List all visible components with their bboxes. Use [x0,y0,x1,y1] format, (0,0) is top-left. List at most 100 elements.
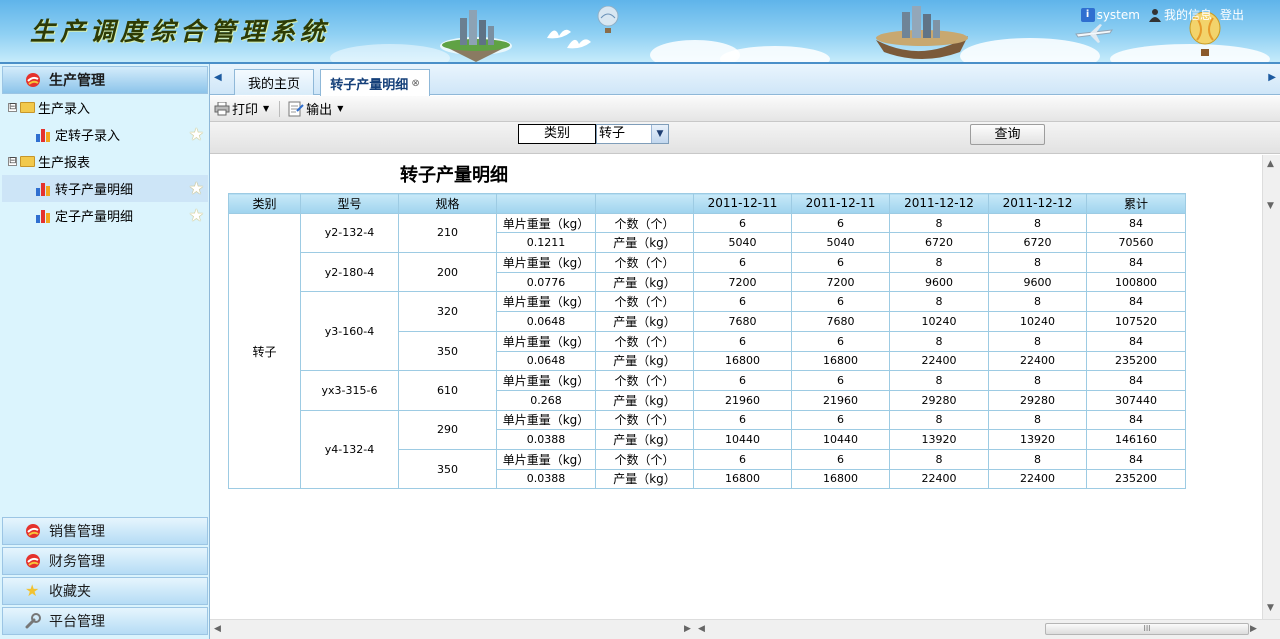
table-cell: 8 [889,330,989,352]
scroll-left-icon[interactable]: ◀ [698,624,705,634]
table-cell: 235200 [1086,350,1186,372]
floating-island-image [440,10,512,62]
star-icon: ★ [25,581,40,600]
table-row: yx3-315-6 610 单片重量（kg） 个数（个） 6 6 8 8 84 [229,370,1186,411]
dropdown-caret-icon: ▼ [337,104,344,113]
horizontal-scrollbar[interactable]: ◀ ▶ ◀ III ▶ [210,619,1280,639]
cloud-decoration [720,46,830,62]
tree-label: 生产报表 [38,156,91,171]
table-cell: 单片重量（kg） [496,212,596,234]
table-cell: 10440 [791,429,890,450]
tree-folder-production-entry[interactable]: ⊟ 生产录入 [2,94,208,121]
header-banner: 生产调度综合管理系统 i system 我的信息 登出 [0,0,1280,64]
table-cell: 0.0648 [496,311,596,332]
table-cell: 8 [889,409,989,431]
star-icon[interactable]: ★ [189,179,204,199]
my-info-link[interactable]: 我的信息 [1148,6,1212,23]
vertical-scrollbar[interactable]: ▲ ▼ ▼ [1262,155,1280,619]
tree-item-stator-output-detail[interactable]: 定子产量明细 ★ [2,202,208,229]
table-cell: 7680 [693,311,792,332]
tab-bar: ◀ 我的主页 转子产量明细 ⊗ ▶ [210,64,1280,96]
column-header: 2011-12-11 [693,193,792,214]
table-cell: 8 [889,212,989,234]
star-icon[interactable]: ★ [189,125,204,145]
table-cell: 22400 [889,350,989,372]
sidebar-section-production[interactable]: 生产管理 [2,66,208,94]
table-row: y2-180-4 200 单片重量（kg） 个数（个） 6 6 8 8 84 [229,252,1186,293]
table-cell: 7200 [791,271,890,293]
category-select[interactable]: 转子 ▼ [596,124,669,144]
sidebar-section-finance[interactable]: 财务管理 [2,547,208,575]
bar-chart-icon [36,182,52,196]
table-cell: 单片重量（kg） [496,252,596,273]
tree-folder-production-report[interactable]: ⊟ 生产报表 [2,148,208,175]
scroll-left-icon[interactable]: ◀ [214,624,221,634]
table-cell: 10240 [889,311,989,332]
sidebar-section-label: 财务管理 [49,554,105,570]
scroll-down-icon[interactable]: ▼ [1267,201,1274,211]
table-cell: 350 [398,330,497,372]
table-cell: 107520 [1086,311,1186,332]
close-icon[interactable]: ⊗ [411,78,419,89]
dropdown-caret-icon: ▼ [263,104,270,113]
table-cell: 8 [889,448,989,470]
table-cell: 单片重量（kg） [496,291,596,313]
tab-scroll-right-icon[interactable]: ▶ [1268,72,1276,83]
table-cell: 9600 [889,271,989,293]
tab-rotor-output-detail[interactable]: 转子产量明细 ⊗ [320,69,430,96]
table-cell: 单片重量（kg） [496,409,596,431]
star-icon[interactable]: ★ [189,206,204,226]
scroll-right-icon[interactable]: ▶ [684,624,691,634]
floating-city-image [876,6,968,59]
export-button[interactable]: 输出 ▼ [288,99,343,118]
table-cell: 235200 [1086,468,1186,490]
tree-item-rotor-output-detail[interactable]: 转子产量明细 ★ [2,175,208,202]
table-cell: 10240 [988,311,1087,332]
table-cell: 6 [693,252,792,273]
table-cell: 单片重量（kg） [496,330,596,352]
table-cell: 7680 [791,311,890,332]
table-cell: 8 [988,370,1087,391]
scrollbar-thumb[interactable]: III [1045,623,1249,635]
table-cell: 个数（个） [595,212,694,234]
report-table-body: 转子 y2-132-4 210 单片重量（kg） 个数（个） 6 6 8 8 84 0.1211 产量… [228,212,1186,490]
tab-home[interactable]: 我的主页 [234,69,314,95]
table-cell: 84 [1086,252,1186,273]
table-cell: 产量（kg） [595,271,694,293]
collapse-icon[interactable]: ⊟ [8,157,17,166]
column-header: 规格 [398,193,497,214]
table-cell: 146160 [1086,429,1186,450]
table-cell: 16800 [693,468,792,490]
table-cell: 6 [791,330,890,352]
sidebar-section-label: 收藏夹 [49,584,91,600]
table-cell: 8 [988,212,1087,234]
scroll-up-icon[interactable]: ▲ [1267,159,1274,169]
table-cell: 13920 [889,429,989,450]
collapse-icon[interactable]: ⊟ [8,103,17,112]
user-link[interactable]: i system [1080,7,1140,22]
sidebar-section-label: 销售管理 [49,524,105,540]
sidebar-section-sales[interactable]: 销售管理 [2,517,208,545]
export-label: 输出 [306,103,333,118]
sidebar-section-favorites[interactable]: ★ 收藏夹 [2,577,208,605]
print-button[interactable]: 打印 ▼ [214,99,269,118]
table-cell: 22400 [988,468,1087,490]
chevron-down-icon[interactable]: ▼ [651,125,668,143]
tab-scroll-left-icon[interactable]: ◀ [214,72,222,83]
scroll-down-icon[interactable]: ▼ [1267,603,1274,613]
table-cell: 0.1211 [496,232,596,254]
table-cell: 8 [988,252,1087,273]
tree-label: 定转子录入 [55,129,121,144]
query-button[interactable]: 查询 [970,124,1045,145]
tree-item-stator-rotor-entry[interactable]: 定转子录入 ★ [2,121,208,148]
table-cell: 个数（个） [595,370,694,391]
printer-icon [214,101,230,115]
scroll-right-icon[interactable]: ▶ [1250,624,1257,634]
table-cell: y4-132-4 [300,409,399,490]
module-icon [26,554,40,568]
table-cell: 5040 [791,232,890,254]
table-cell: 个数（个） [595,409,694,431]
logout-link[interactable]: 登出 [1220,6,1244,23]
sidebar-section-platform[interactable]: 平台管理 [2,607,208,635]
table-cell: 产量（kg） [595,429,694,450]
